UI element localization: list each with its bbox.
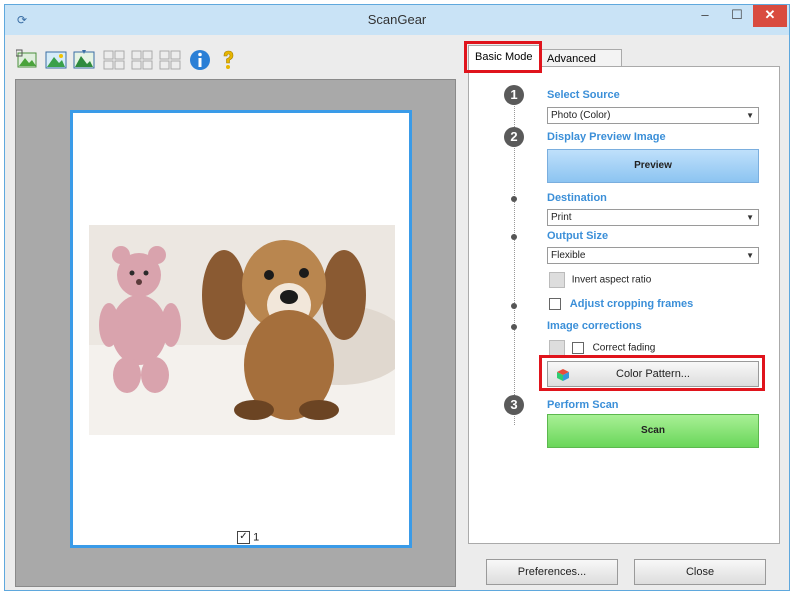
output-size-select-value: Flexible [551, 250, 586, 261]
bullet-icon [511, 234, 517, 240]
chevron-down-icon: ▼ [746, 213, 754, 222]
perform-scan-heading: Perform Scan [547, 399, 619, 411]
preferences-button[interactable]: Preferences... [486, 559, 618, 585]
grid-2-icon[interactable] [129, 47, 155, 73]
image-corrections-heading: Image corrections [547, 320, 642, 332]
adjust-cropping-checkbox[interactable]: Adjust cropping frames [549, 298, 694, 311]
scan-crop-icon[interactable] [15, 47, 41, 73]
preview-button[interactable]: Preview [547, 149, 759, 183]
bullet-icon [511, 303, 517, 309]
settings-panel: Basic Mode Advanced Mode 1 Select Source… [464, 41, 784, 590]
output-size-select[interactable]: Flexible ▼ [547, 247, 759, 264]
chevron-down-icon: ▼ [746, 111, 754, 120]
correct-fading-checkbox[interactable]: Correct fading [549, 340, 655, 356]
page-number-label: 1 [253, 531, 260, 544]
toolbar [15, 45, 315, 75]
preview-photo [89, 225, 395, 435]
image-alt-icon[interactable] [71, 47, 97, 73]
checkbox-icon [571, 342, 584, 354]
source-select[interactable]: Photo (Color) ▼ [547, 107, 759, 124]
bullet-icon [511, 196, 517, 202]
destination-select-value: Print [551, 212, 572, 223]
color-pattern-highlight-box [539, 355, 765, 391]
destination-select[interactable]: Print ▼ [547, 209, 759, 226]
minimize-button[interactable]: – [691, 5, 719, 27]
invert-aspect-label: Invert aspect ratio [571, 274, 652, 286]
grid-3-icon[interactable] [157, 47, 183, 73]
select-source-heading: Select Source [547, 89, 620, 101]
correct-fading-label: Correct fading [592, 342, 656, 354]
help-icon[interactable] [215, 47, 241, 73]
adjust-cropping-label: Adjust cropping frames [569, 298, 694, 310]
image-icon[interactable] [43, 47, 69, 73]
invert-aspect-ratio-button[interactable]: Invert aspect ratio [549, 272, 651, 288]
step-2-badge: 2 [504, 127, 524, 147]
output-size-heading: Output Size [547, 230, 609, 242]
source-select-value: Photo (Color) [551, 110, 611, 121]
checkbox-icon [549, 298, 561, 311]
bullet-icon [511, 324, 517, 330]
basic-mode-body: 1 Select Source Photo (Color) ▼ 2 Displa… [468, 66, 780, 544]
check-icon: ✓ [237, 531, 250, 544]
scangear-window: ⟳ ScanGear – ☐ ✕ ✓ 1 Basic Mode Advanced… [4, 4, 790, 591]
page-select-checkbox[interactable]: ✓ 1 [237, 531, 259, 544]
tab-highlight-box [464, 41, 542, 73]
maximize-button[interactable]: ☐ [723, 5, 751, 27]
title-bar[interactable]: ⟳ ScanGear – ☐ ✕ [5, 5, 789, 35]
close-button[interactable]: Close [634, 559, 766, 585]
invert-aspect-icon [549, 272, 565, 288]
fading-icon [549, 340, 565, 356]
info-icon[interactable] [187, 47, 213, 73]
scan-button[interactable]: Scan [547, 414, 759, 448]
display-preview-heading: Display Preview Image [547, 131, 666, 143]
step-1-badge: 1 [504, 85, 524, 105]
grid-1-icon[interactable] [101, 47, 127, 73]
chevron-down-icon: ▼ [746, 251, 754, 260]
close-window-button[interactable]: ✕ [753, 5, 787, 27]
scan-page-frame[interactable]: ✓ 1 [70, 110, 412, 548]
destination-heading: Destination [547, 192, 607, 204]
preview-area[interactable]: ✓ 1 [15, 79, 456, 587]
tab-advanced-mode[interactable]: Advanced Mode [540, 49, 622, 83]
dialog-footer: Preferences... Close [468, 553, 780, 587]
step-3-badge: 3 [504, 395, 524, 415]
window-title: ScanGear [367, 12, 427, 27]
